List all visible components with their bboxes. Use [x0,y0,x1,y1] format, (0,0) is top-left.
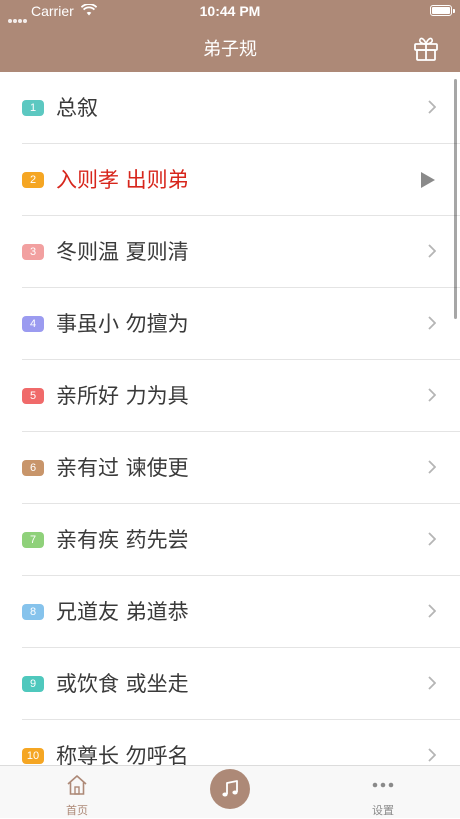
battery-icon [430,5,455,16]
chapter-number-badge: 6 [22,460,44,476]
chapter-title: 亲有过 谏使更 [56,456,189,480]
chapter-row[interactable]: 4 事虽小 勿擅为 [0,288,460,360]
chapter-row[interactable]: 3 冬则温 夏则清 [0,216,460,288]
scroll-indicator[interactable] [454,79,457,319]
chevron-right-icon [428,460,436,474]
chapter-row[interactable]: 1 总叙 [0,72,460,144]
chapter-number-badge: 1 [22,100,44,116]
chapter-title: 入则孝 出则弟 [56,168,189,192]
chapter-number-badge: 5 [22,388,44,404]
chapter-row[interactable]: 7 亲有疾 药先尝 [0,504,460,576]
chevron-right-icon [428,532,436,546]
chapter-number-badge: 9 [22,676,44,692]
chevron-right-icon [428,388,436,402]
chapter-title: 亲有疾 药先尝 [56,528,189,552]
chapter-title: 事虽小 勿擅为 [56,312,189,336]
chevron-right-icon [428,244,436,258]
chapter-number-badge: 8 [22,604,44,620]
chapter-row[interactable]: 8 兄道友 弟道恭 [0,576,460,648]
tab-settings[interactable]: 设置 [343,766,423,819]
chapter-title: 亲所好 力为具 [56,384,189,408]
home-icon [67,775,87,795]
gift-icon[interactable] [412,34,440,62]
status-time: 10:44 PM [199,3,261,19]
chapter-row[interactable]: 5 亲所好 力为具 [0,360,460,432]
chapter-list: 1 总叙 2 入则孝 出则弟 3 冬则温 夏则清 4 事虽小 勿擅为 5 亲所好 力为具 6 亲有过 … [0,72,460,765]
chapter-number-badge: 4 [22,316,44,332]
chapter-title: 冬则温 夏则清 [56,240,189,264]
chevron-right-icon [428,604,436,618]
status-bar: Carrier 10:44 PM [0,0,460,23]
tab-settings-label: 设置 [372,804,394,817]
chapter-number-badge: 3 [22,244,44,260]
chevron-right-icon [428,316,436,330]
page-title: 弟子规 [203,39,257,60]
chapter-row[interactable]: 6 亲有过 谏使更 [0,432,460,504]
chapter-row[interactable]: 10 称尊长 勿呼名 [0,720,460,765]
music-note-icon [222,780,238,797]
chapter-number-badge: 7 [22,532,44,548]
tab-home[interactable]: 首页 [37,766,117,819]
chapter-title: 总叙 [56,96,98,120]
music-player-button[interactable] [210,769,250,809]
chapter-number-badge: 10 [22,748,44,764]
chapter-title: 或饮食 或坐走 [56,672,189,696]
chapter-row[interactable]: 9 或饮食 或坐走 [0,648,460,720]
chapter-row[interactable]: 2 入则孝 出则弟 [0,144,460,216]
chapter-title: 称尊长 勿呼名 [56,744,189,765]
chevron-right-icon [428,100,436,114]
tab-home-label: 首页 [66,804,88,817]
more-icon [372,782,394,788]
play-icon [421,172,435,188]
chapter-title: 兄道友 弟道恭 [56,600,189,624]
chevron-right-icon [428,748,436,762]
navigation-header: Carrier 10:44 PM 弟子规 [0,0,460,72]
chapter-number-badge: 2 [22,172,44,188]
chevron-right-icon [428,676,436,690]
